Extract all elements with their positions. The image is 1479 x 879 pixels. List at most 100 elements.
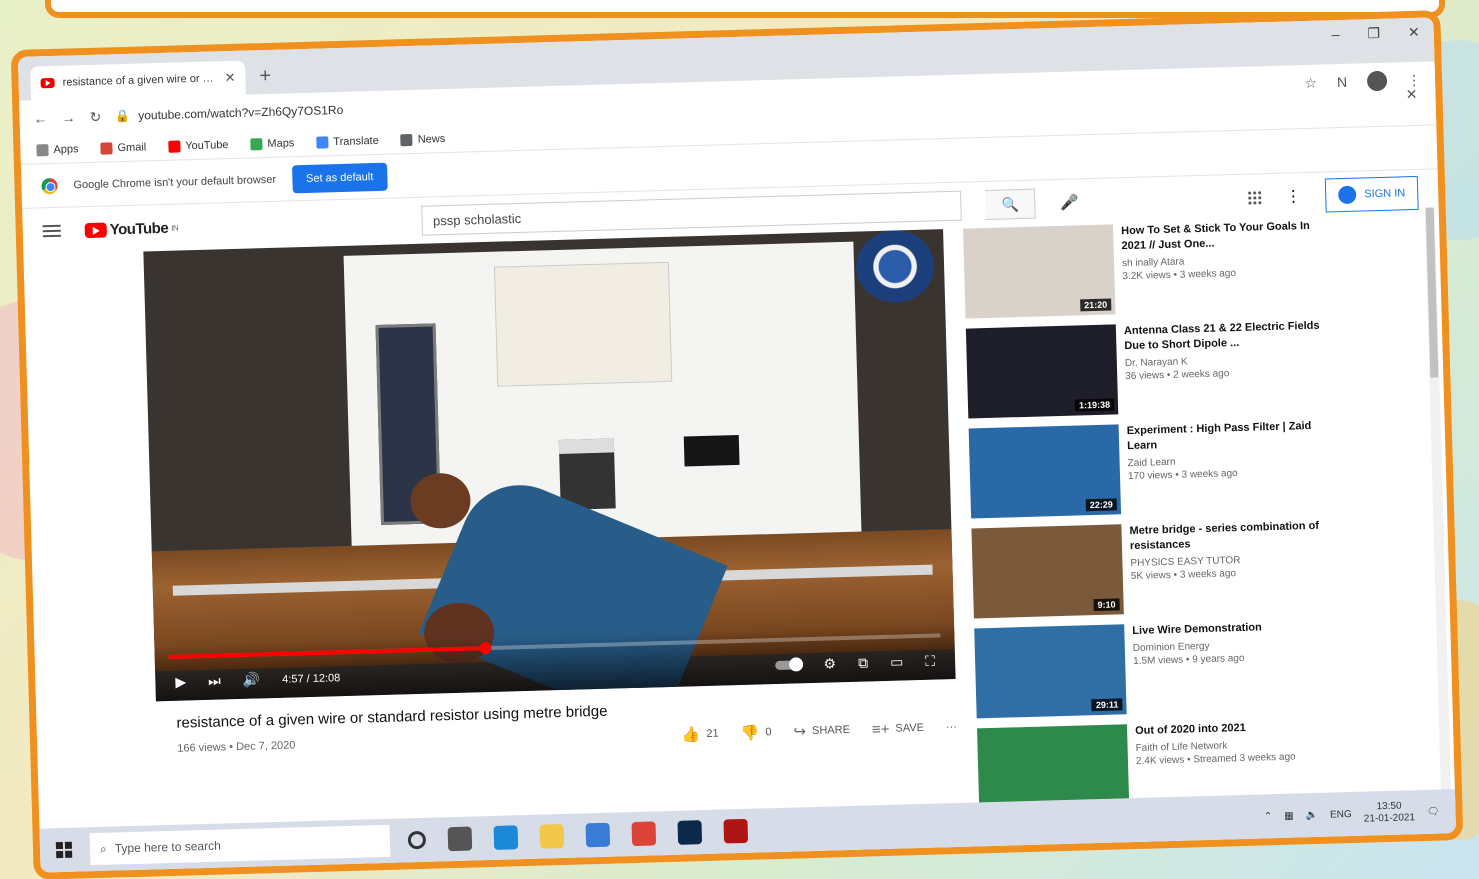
browser-window: resistance of a given wire or sta ✕ + – …: [10, 10, 1464, 879]
speaker-icon[interactable]: 🔈: [1305, 809, 1318, 820]
minimize-button[interactable]: –: [1331, 26, 1339, 43]
recommendation-thumbnail[interactable]: 9:10: [971, 524, 1124, 619]
recommendation-thumbnail[interactable]: 1:19:38: [965, 324, 1119, 419]
chrome-logo-icon: [41, 177, 58, 194]
recommendation-title[interactable]: Metre bridge - series combination of res…: [1129, 518, 1332, 553]
reload-icon[interactable]: ↻: [89, 108, 101, 125]
settings-gear-icon[interactable]: ⚙: [823, 655, 836, 672]
recommendation-title[interactable]: Antenna Class 21 & 22 Electric Fields Du…: [1124, 319, 1327, 354]
header-right: ⋮ SIGN IN: [1247, 175, 1419, 215]
tray-chevron-icon[interactable]: ⌃: [1264, 811, 1273, 822]
maximize-button[interactable]: ❐: [1367, 25, 1380, 42]
video-duration: 22:29: [1085, 498, 1117, 512]
like-button[interactable]: 👍 21: [682, 725, 719, 744]
photoshop-icon[interactable]: [677, 820, 703, 845]
bookmark-icon: [316, 135, 329, 149]
settings-more-icon[interactable]: ⋮: [1285, 186, 1302, 206]
acrobat-icon[interactable]: [723, 818, 749, 844]
browser-tab[interactable]: resistance of a given wire or sta ✕: [30, 60, 247, 101]
more-actions-button[interactable]: ···: [946, 721, 957, 733]
share-icon: ↪: [793, 723, 807, 741]
bookmark-item[interactable]: News: [400, 133, 445, 146]
tab-close-icon[interactable]: ✕: [224, 70, 235, 86]
set-default-button[interactable]: Set as default: [291, 162, 388, 193]
save-playlist-icon: ≡+: [871, 720, 890, 738]
clock[interactable]: 13:50 21-01-2021: [1363, 800, 1415, 825]
volume-icon[interactable]: 🔊: [243, 671, 261, 688]
video-player[interactable]: ▶ ⏭ 🔊 4:57 / 12:08 ⚙ ⧉ ▭ ⛶: [143, 229, 956, 702]
task-view-icon[interactable]: [447, 826, 473, 852]
recommendation-title[interactable]: How To Set & Stick To Your Goals In 2021…: [1121, 219, 1324, 254]
edge-icon[interactable]: [493, 825, 519, 850]
thumbs-up-icon: 👍: [681, 726, 701, 744]
chrome-icon[interactable]: [631, 821, 657, 847]
share-button[interactable]: ↪ SHARE: [793, 721, 851, 741]
account-avatar-icon[interactable]: [1366, 70, 1388, 92]
video-frame-key: [683, 434, 740, 467]
store-icon[interactable]: [585, 822, 611, 848]
recommendation-item[interactable]: 22:29 Experiment : High Pass Filter | Zai…: [968, 418, 1331, 520]
windows-start-icon[interactable]: [55, 841, 73, 859]
bookmark-item[interactable]: Apps: [36, 142, 79, 156]
search-button[interactable]: 🔍: [985, 188, 1037, 220]
recommendation-item[interactable]: 21:20 How To Set & Stick To Your Goals In…: [963, 219, 1325, 321]
sign-in-button[interactable]: SIGN IN: [1324, 175, 1419, 213]
network-icon[interactable]: ▦: [1284, 810, 1294, 821]
play-icon[interactable]: ▶: [175, 673, 186, 690]
file-explorer-icon[interactable]: [539, 823, 565, 849]
recommendation-title[interactable]: Live Wire Demonstration: [1132, 620, 1262, 638]
system-tray: ⌃ ▦ 🔈 ENG 13:50 21-01-2021 🗨: [1263, 800, 1440, 829]
profile-initial[interactable]: N: [1337, 74, 1348, 90]
language-indicator[interactable]: ENG: [1330, 808, 1352, 820]
fullscreen-icon[interactable]: ⛶: [925, 653, 935, 670]
recommendation-thumbnail[interactable]: 22:29: [968, 424, 1122, 519]
recommendation-item[interactable]: 29:11 Live Wire Demonstration Dominion Ene…: [974, 618, 1336, 720]
save-button[interactable]: ≡+ SAVE: [872, 719, 925, 737]
microphone-icon[interactable]: 🎤: [1060, 193, 1079, 212]
thumbs-down-icon: 👎: [740, 724, 760, 743]
url-text: youtube.com/watch?v=Zh6Qy7OS1Ro: [138, 102, 344, 123]
cortana-icon[interactable]: [407, 830, 427, 850]
new-tab-button[interactable]: +: [259, 65, 271, 88]
bookmark-item[interactable]: Translate: [316, 134, 379, 149]
taskbar-search-icon: ⌕: [99, 841, 107, 856]
youtube-logo[interactable]: YouTube IN: [84, 219, 179, 239]
theater-mode-icon[interactable]: ▭: [890, 653, 904, 670]
dislike-button[interactable]: 👎 0: [740, 723, 771, 742]
recommendation-thumbnail[interactable]: 21:20: [963, 224, 1116, 319]
autoplay-toggle[interactable]: [775, 660, 802, 671]
recommendation-title[interactable]: Out of 2020 into 2021: [1135, 720, 1295, 739]
miniplayer-icon[interactable]: ⧉: [858, 654, 868, 671]
recommendation-thumbnail[interactable]: 29:11: [974, 624, 1127, 719]
progress-knob[interactable]: [478, 641, 492, 655]
bookmark-item[interactable]: Gmail: [100, 141, 146, 155]
bookmark-item[interactable]: Maps: [250, 137, 295, 150]
back-arrow-icon[interactable]: ←: [33, 110, 47, 126]
close-window-button[interactable]: ✕: [1408, 24, 1420, 41]
taskbar-apps: [407, 818, 749, 852]
bookmark-star-icon[interactable]: ☆: [1304, 74, 1317, 91]
recommendation-info: Experiment : High Pass Filter | Zaid Lea…: [1127, 418, 1331, 516]
video-duration: 21:20: [1080, 298, 1112, 312]
bookmark-item[interactable]: YouTube: [168, 139, 229, 153]
bookmark-icon: [400, 133, 413, 146]
menu-icon[interactable]: [42, 224, 61, 238]
recommendation-meta: 1.5M views • 9 years ago: [1133, 653, 1245, 668]
bookmark-label: Translate: [333, 134, 379, 148]
search-input[interactable]: pssp scholastic: [421, 190, 963, 236]
forward-arrow-icon[interactable]: →: [61, 109, 75, 125]
recommendation-info: Metre bridge - series combination of res…: [1129, 518, 1333, 616]
recommendation-info: How To Set & Stick To Your Goals In 2021…: [1121, 219, 1325, 317]
controls-left: ▶ ⏭ 🔊 4:57 / 12:08: [175, 669, 340, 691]
bookmark-label: Apps: [53, 142, 79, 156]
recommendation-title[interactable]: Experiment : High Pass Filter | Zaid Lea…: [1127, 418, 1330, 453]
taskbar-search[interactable]: ⌕ Type here to search: [89, 824, 391, 866]
notification-icon[interactable]: 🗨: [1427, 806, 1440, 817]
recommendation-item[interactable]: 1:19:38 Antenna Class 21 & 22 Electric Fi…: [965, 319, 1328, 421]
youtube-favicon-icon: [40, 77, 55, 89]
infobar-close-icon[interactable]: ✕: [1406, 86, 1418, 103]
next-icon[interactable]: ⏭: [208, 673, 221, 690]
share-label: SHARE: [811, 723, 851, 738]
recommendation-item[interactable]: 9:10 Metre bridge - series combination of…: [971, 518, 1333, 620]
apps-grid-icon[interactable]: [1247, 190, 1262, 205]
